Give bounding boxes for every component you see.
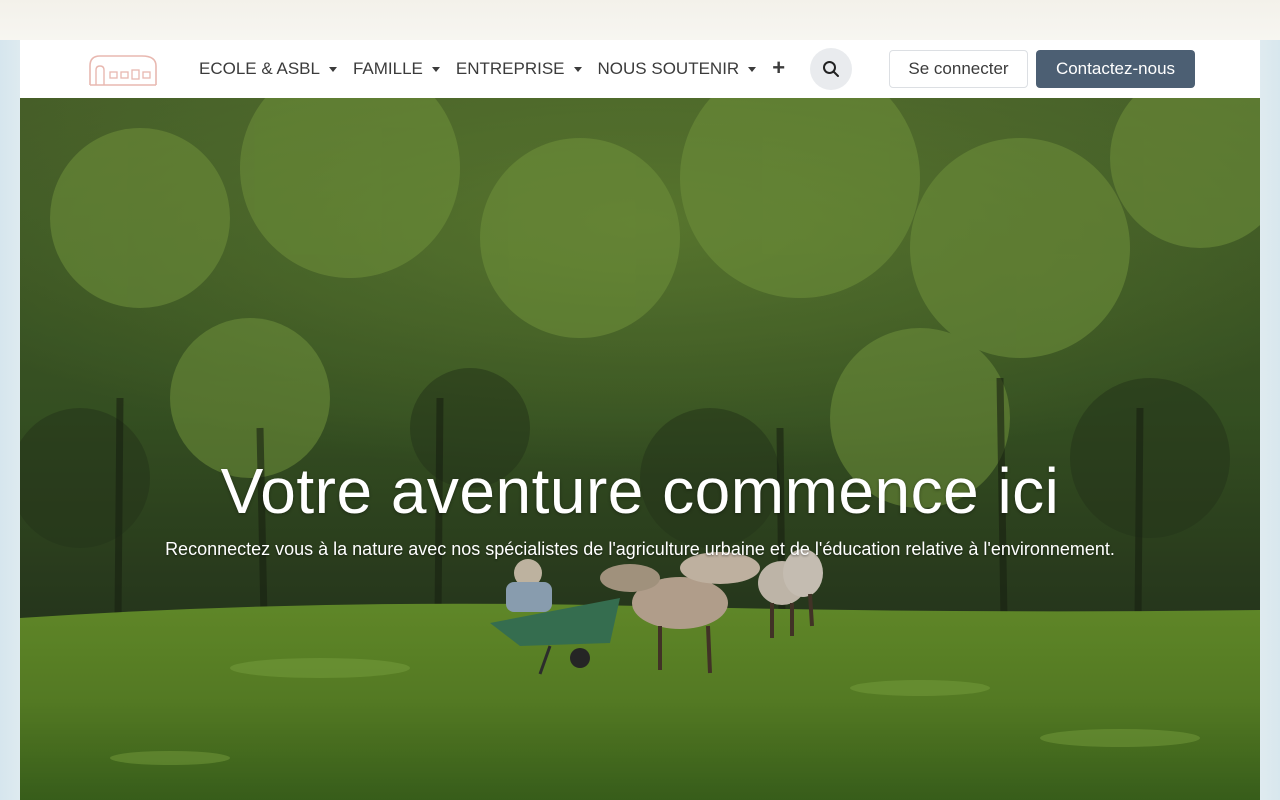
hero-banner: Votre aventure commence ici Reconnectez … xyxy=(20,98,1260,800)
hero-subtitle: Reconnectez vous à la nature avec nos sp… xyxy=(165,539,1115,559)
nav-label: FAMILLE xyxy=(352,59,423,78)
site-logo[interactable] xyxy=(88,52,158,86)
search-button[interactable] xyxy=(810,48,852,90)
nav-label: ENTREPRISE xyxy=(455,59,565,78)
nav-entreprise[interactable]: ENTREPRISE xyxy=(448,40,590,98)
hero-title: Votre aventure commence ici xyxy=(220,455,1060,527)
nav-famille[interactable]: FAMILLE xyxy=(345,40,448,98)
page-top-strip xyxy=(0,0,1280,40)
chevron-down-icon xyxy=(573,66,582,72)
chevron-down-icon xyxy=(748,66,757,72)
site-header: ECOLE & ASBL FAMILLE ENTREPRISE NOUS SOU… xyxy=(20,40,1260,98)
nav-more-plus-icon[interactable]: + xyxy=(764,39,793,97)
hero-background-image xyxy=(20,98,1260,800)
login-button[interactable]: Se connecter xyxy=(889,50,1028,88)
nav-label: NOUS SOUTENIR xyxy=(597,59,740,78)
nav-label: ECOLE & ASBL xyxy=(199,59,320,78)
main-nav: ECOLE & ASBL FAMILLE ENTREPRISE NOUS SOU… xyxy=(191,40,793,98)
nav-ecole-asbl[interactable]: ECOLE & ASBL xyxy=(191,40,345,98)
chevron-down-icon xyxy=(431,66,440,72)
chevron-down-icon xyxy=(328,66,337,72)
contact-button[interactable]: Contactez-nous xyxy=(1036,50,1195,88)
search-icon xyxy=(823,61,839,77)
nav-nous-soutenir[interactable]: NOUS SOUTENIR xyxy=(590,40,765,98)
farm-building-logo-icon xyxy=(89,55,157,86)
